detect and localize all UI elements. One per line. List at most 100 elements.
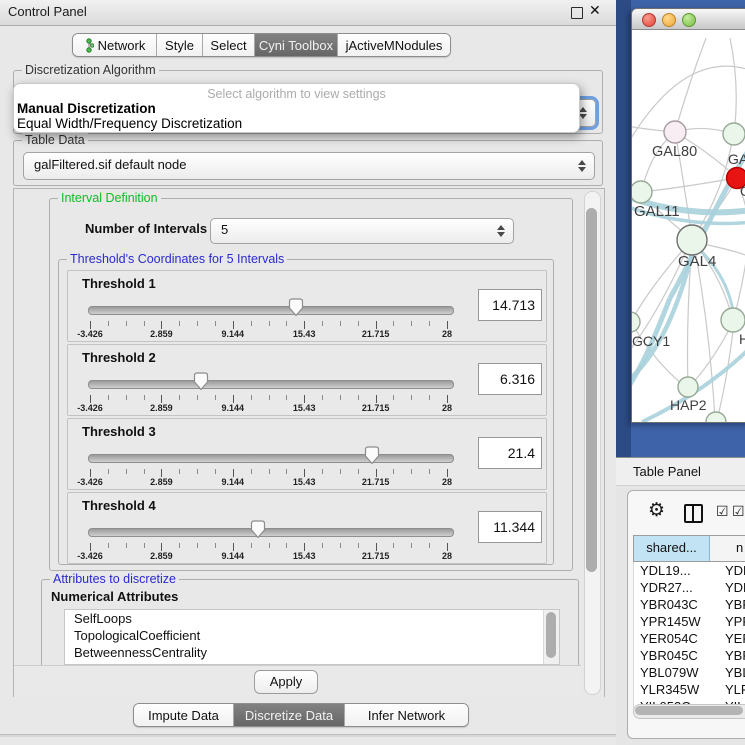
interval-definition-group: Interval Definition Number of Intervals … — [49, 198, 573, 571]
network-node[interactable] — [721, 308, 745, 332]
gear-icon[interactable]: ⚙ — [648, 499, 665, 521]
threshold-slider-thumb[interactable] — [193, 372, 209, 391]
table-cell[interactable]: YBL0 — [716, 664, 745, 681]
tick-label: 15.43 — [293, 551, 316, 561]
tick-label: -3.426 — [77, 403, 103, 413]
tab-network[interactable]: Network — [73, 34, 156, 56]
table-row[interactable]: YBR043CYBR0 — [634, 596, 745, 613]
settings-scrollbar[interactable] — [584, 191, 601, 695]
network-node[interactable] — [706, 412, 726, 422]
network-node[interactable] — [677, 225, 707, 255]
major-tick — [376, 543, 377, 551]
table-data-combo[interactable]: galFiltered.sif default node — [23, 152, 595, 180]
minor-tick — [358, 543, 359, 548]
tab-jactivemnodules[interactable]: jActiveMNodules — [337, 34, 450, 56]
network-node[interactable] — [632, 312, 640, 332]
column-header-shared-name[interactable]: shared... — [634, 536, 710, 561]
table-horizontal-scrollbar[interactable] — [633, 704, 745, 719]
close-traffic-light[interactable] — [642, 13, 656, 27]
table-cell[interactable]: YDL19... — [634, 562, 716, 579]
network-window-titlebar[interactable] — [632, 9, 745, 30]
table-cell[interactable]: YDR27... — [634, 579, 716, 596]
attribute-list-item[interactable]: SelfLoops — [65, 610, 559, 627]
threshold-slider-track[interactable] — [88, 528, 454, 537]
tab-style[interactable]: Style — [156, 34, 202, 56]
major-tick — [90, 469, 91, 477]
threshold-value-field[interactable]: 6.316 — [478, 363, 542, 395]
table-cell[interactable]: YER0 — [716, 630, 745, 647]
attribute-list-item[interactable]: BetweennessCentrality — [65, 644, 559, 661]
tab-cyni-toolbox[interactable]: Cyni Toolbox — [254, 34, 337, 56]
network-node[interactable] — [723, 123, 745, 145]
table-cell[interactable]: YBR045C — [634, 647, 716, 664]
minor-tick — [393, 469, 394, 474]
threshold-value-field[interactable]: 21.4 — [478, 437, 542, 469]
control-panel-title: Control Panel — [8, 4, 87, 19]
dropdown-option-manual-discretization[interactable]: Manual Discretization — [17, 101, 156, 116]
minor-tick — [215, 469, 216, 474]
tab-label: Infer Network — [368, 708, 445, 723]
major-tick — [161, 469, 162, 477]
threshold-slider-thumb[interactable] — [250, 520, 266, 539]
numerical-attributes-list[interactable]: SelfLoopsTopologicalCoefficientBetweenne… — [64, 609, 560, 665]
dropdown-option-equal-width[interactable]: Equal Width/Frequency Discretization — [17, 116, 242, 131]
network-node[interactable] — [678, 377, 698, 397]
network-node[interactable] — [632, 181, 652, 203]
threshold-value-field[interactable]: 11.344 — [478, 511, 542, 543]
column-header-name[interactable]: n — [710, 536, 745, 561]
tab-select[interactable]: Select — [202, 34, 254, 56]
combo-arrows-icon — [496, 224, 505, 238]
threshold-slider-track[interactable] — [88, 380, 454, 389]
apply-button[interactable]: Apply — [254, 670, 318, 694]
attribute-list-item[interactable]: TopologicalCoefficient — [65, 627, 559, 644]
table-row[interactable]: YPR145WYPR1 — [634, 613, 745, 630]
threshold-3-box: Threshold 3-3.4262.8599.14415.4321.71528… — [67, 418, 547, 490]
table-row[interactable]: YBR045CYBR0 — [634, 647, 745, 664]
network-window[interactable]: GAL80GACGAL11GAL4GCY1HHAP2 — [631, 8, 745, 423]
table-row[interactable]: YDL19...YDL1 — [634, 562, 745, 579]
threshold-value-field[interactable]: 14.713 — [478, 289, 542, 321]
table-row[interactable]: YER054CYER0 — [634, 630, 745, 647]
minor-tick — [411, 321, 412, 326]
float-icon[interactable] — [571, 7, 583, 19]
threshold-slider-thumb[interactable] — [364, 446, 380, 465]
table-cell[interactable]: YBL079W — [634, 664, 716, 681]
tab-infer-network[interactable]: Infer Network — [344, 704, 468, 726]
tab-impute-data[interactable]: Impute Data — [134, 704, 233, 726]
number-of-intervals-combo[interactable]: 5 — [210, 218, 514, 244]
network-node[interactable] — [664, 121, 686, 143]
close-icon[interactable]: ✕ — [589, 3, 601, 19]
settings-scrollbar-thumb[interactable] — [586, 208, 597, 572]
table-row[interactable]: YDR27...YDR2 — [634, 579, 745, 596]
tick-label: 28 — [442, 551, 452, 561]
tab-label: Style — [165, 38, 194, 53]
table-cell[interactable]: YBR043C — [634, 596, 716, 613]
attributes-list-scrollbar[interactable] — [543, 610, 559, 664]
table-cell[interactable]: YDR2 — [716, 579, 745, 596]
table-row[interactable]: YLR345WYLR3 — [634, 681, 745, 698]
tab-discretize-data[interactable]: Discretize Data — [233, 704, 344, 726]
table-horizontal-scrollbar-thumb[interactable] — [635, 706, 743, 715]
table-cell[interactable]: YPR1 — [716, 613, 745, 630]
table-cell[interactable]: YPR145W — [634, 613, 716, 630]
table-cell[interactable]: YDL1 — [716, 562, 745, 579]
table-row[interactable]: YBL079WYBL0 — [634, 664, 745, 681]
split-columns-icon[interactable] — [684, 504, 703, 523]
table-cell[interactable]: YBR0 — [716, 647, 745, 664]
table-cell[interactable]: YLR3 — [716, 681, 745, 698]
zoom-traffic-light[interactable] — [682, 13, 696, 27]
checkbox-icon[interactable]: ☑ — [732, 504, 745, 520]
network-canvas[interactable]: GAL80GACGAL11GAL4GCY1HHAP2 — [632, 30, 745, 422]
attributes-list-scrollbar-thumb[interactable] — [546, 612, 556, 658]
table-cell[interactable]: YLR345W — [634, 681, 716, 698]
checkbox-icon[interactable]: ☑ — [716, 504, 729, 520]
divider — [0, 734, 616, 737]
minimize-traffic-light[interactable] — [662, 13, 676, 27]
threshold-slider-track[interactable] — [88, 454, 454, 463]
threshold-slider-thumb[interactable] — [288, 298, 304, 317]
table-cell[interactable]: YER054C — [634, 630, 716, 647]
tab-label: jActiveMNodules — [346, 38, 443, 53]
threshold-slider-track[interactable] — [88, 306, 454, 315]
table-cell[interactable]: YBR0 — [716, 596, 745, 613]
apply-bar: Apply — [14, 665, 581, 697]
